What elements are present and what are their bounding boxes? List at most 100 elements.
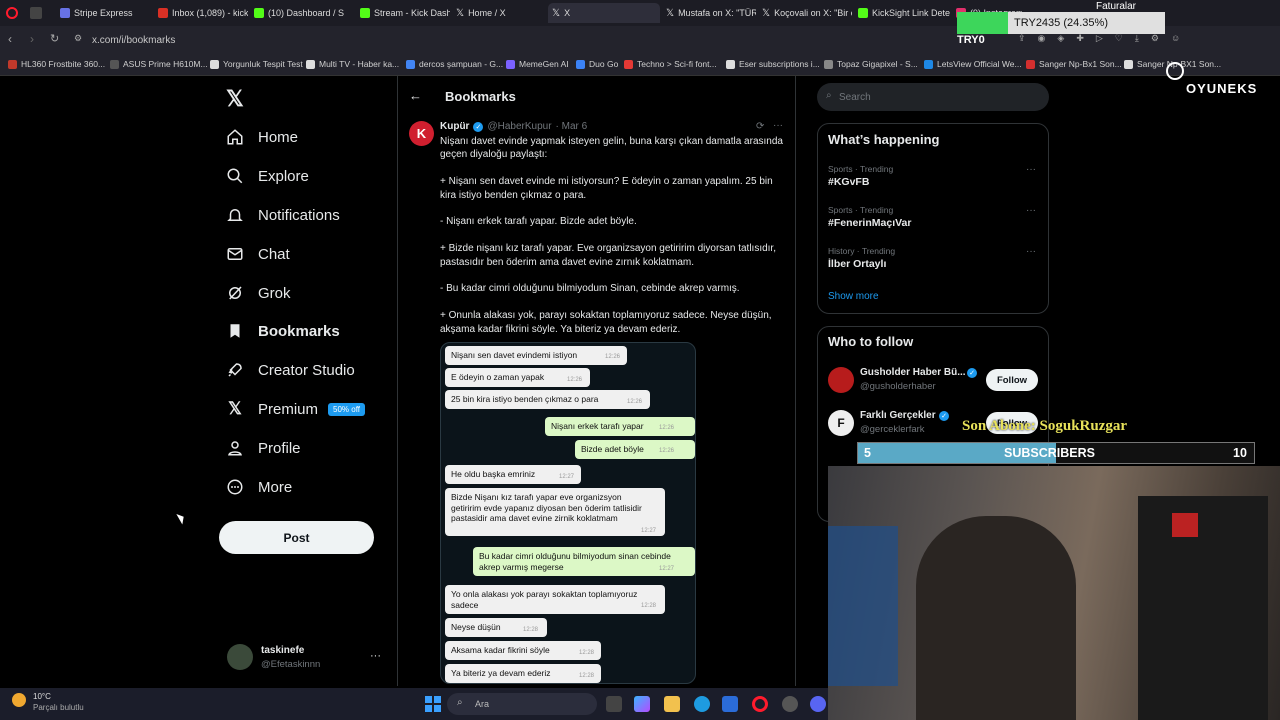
chat-bubble: 25 bin kira istiyo benden çıkmaz o para [445, 390, 650, 409]
bookmark-item[interactable]: ASUS Prime H610M... [110, 59, 208, 69]
follow-name[interactable]: Gusholder Haber Bü... [860, 367, 966, 378]
sidebar-item-grok[interactable]: Grok [226, 280, 291, 306]
tab-stripe[interactable]: Stripe Express [56, 3, 152, 23]
tab-mustafa[interactable]: 𝕏 Mustafa on X: "TÜRK [662, 3, 756, 23]
store-icon[interactable] [722, 696, 738, 712]
task-view-icon[interactable] [606, 696, 622, 712]
camera-icon[interactable]: ◉ [1038, 33, 1046, 47]
bookmarks-bar: HL360 Frostbite 360... ASUS Prime H610M.… [0, 54, 1280, 76]
follow-handle: @gerceklerfark [860, 424, 925, 435]
taskbar-search[interactable]: ⌕ Ara [447, 693, 597, 715]
streamer-image [916, 516, 1076, 720]
sidebar-item-home[interactable]: Home [226, 124, 298, 150]
chat-time: 12:28 [579, 673, 595, 679]
forward-icon[interactable]: › [30, 32, 34, 46]
sidebar-item-bookmarks[interactable]: Bookmarks [226, 318, 340, 344]
settings-icon[interactable]: ⚙ [1151, 33, 1159, 47]
back-arrow-icon[interactable]: ← [409, 88, 422, 103]
account-menu-icon[interactable]: ··· [370, 650, 381, 662]
site-info-icon[interactable]: ⚙ [74, 33, 82, 44]
avatar[interactable] [227, 644, 253, 670]
grok-icon[interactable]: ⟳ [756, 121, 764, 132]
windows-start-icon[interactable] [425, 696, 441, 712]
bookmark-item[interactable]: Topaz Gigapixel - S... [824, 59, 918, 69]
bookmark-item[interactable]: LetsView Official We... [924, 59, 1022, 69]
sidebar-item-premium[interactable]: 𝕏 Premium 50% off [226, 396, 365, 422]
post-button[interactable]: Post [219, 521, 374, 554]
bookmark-item[interactable]: dercos şampuan - G... [406, 59, 503, 69]
account-handle: @Efetaskinnn [261, 659, 321, 670]
section-title: Who to follow [828, 334, 914, 349]
workspace-icon[interactable] [30, 7, 42, 19]
search-input[interactable]: ⌕ Search [817, 83, 1049, 111]
follow-button[interactable]: Follow [986, 369, 1038, 391]
profile-icon[interactable]: ☺ [1171, 33, 1180, 47]
bookmark-item[interactable]: Yorgunluk Tespit Test [210, 59, 303, 69]
play-icon[interactable]: ▷ [1096, 33, 1103, 47]
trend-more-icon[interactable]: ··· [1026, 205, 1036, 216]
show-more-link[interactable]: Show more [828, 291, 879, 302]
tab-kick-stream[interactable]: Stream - Kick Dashb [356, 3, 450, 23]
extension-icon[interactable]: ✚ [1076, 33, 1084, 47]
bookmark-item[interactable]: Sanger Np-Bx1 Son... [1026, 59, 1122, 69]
reload-icon[interactable]: ↻ [50, 32, 59, 45]
share-icon[interactable]: ⇪ [1018, 33, 1026, 47]
opera-logo-icon[interactable] [6, 7, 18, 19]
kick-icon [254, 8, 264, 18]
tweet-image-chat[interactable]: Nişanı sen davet evindemi istiyon 12:26 … [440, 342, 696, 684]
tweet-more-icon[interactable]: ··· [773, 120, 783, 131]
avatar[interactable] [828, 367, 854, 393]
search-icon: ⌕ [826, 90, 832, 101]
more-circle-icon [227, 479, 243, 495]
tab-gmail[interactable]: Inbox (1,089) - kickta [154, 3, 248, 23]
copilot-icon[interactable] [634, 696, 650, 712]
bookmark-favicon-icon [624, 59, 633, 69]
back-icon[interactable]: ‹ [8, 32, 12, 46]
discord-icon[interactable] [810, 696, 826, 712]
bookmark-item[interactable]: HL360 Frostbite 360... [8, 59, 105, 69]
sidebar-item-chat[interactable]: Chat [226, 241, 290, 267]
download-icon[interactable]: ⤓ [1135, 33, 1139, 47]
heart-icon[interactable]: ♡ [1115, 33, 1123, 47]
tweet-author[interactable]: Kupür [440, 121, 469, 132]
tweet-avatar[interactable]: K [409, 121, 434, 146]
trend-name[interactable]: #KGvFB [828, 176, 869, 188]
bookmark-item[interactable]: Eser subscriptions i... [726, 59, 820, 69]
shield-icon[interactable]: ◈ [1057, 33, 1064, 47]
weather-desc: Parçalı bulutlu [33, 703, 84, 712]
sidebar-item-profile[interactable]: Profile [226, 435, 301, 461]
sidebar-item-more[interactable]: More [226, 474, 292, 500]
sidebar-item-notifications[interactable]: Notifications [226, 202, 340, 228]
bookmark-item[interactable]: Multi TV - Haber ka... [306, 59, 399, 69]
x-logo-icon: 𝕏 [666, 7, 675, 19]
url-field[interactable]: x.com/i/bookmarks [92, 31, 922, 49]
bookmark-item[interactable]: Techno > Sci-fi font... [624, 59, 717, 69]
tab-x-active[interactable]: 𝕏X [548, 3, 660, 23]
tweet-date[interactable]: · Mar 6 [556, 121, 588, 132]
follow-name[interactable]: Farklı Gerçekler [860, 410, 936, 421]
weather-temp[interactable]: 10°C [33, 692, 51, 701]
chat-time: 12:26 [567, 377, 583, 383]
chat-bubble: Nişanı sen davet evindemi istiyon [445, 346, 627, 365]
opera-icon[interactable] [752, 696, 768, 712]
tab-kicksight[interactable]: KickSight Link Detect [854, 3, 950, 23]
bookmark-item[interactable]: Duo Go [576, 59, 618, 69]
tweet-handle[interactable]: @HaberKupur [487, 121, 551, 132]
sidebar-item-explore[interactable]: Explore [226, 163, 309, 189]
trend-more-icon[interactable]: ··· [1026, 246, 1036, 257]
edge-icon[interactable] [694, 696, 710, 712]
tab-kocovali[interactable]: 𝕏 Koçovali on X: "Bir er [758, 3, 852, 23]
sub-goal: 10 [1233, 446, 1247, 460]
trend-name[interactable]: İlber Ortaylı [828, 258, 886, 270]
avatar[interactable]: F [828, 410, 854, 436]
x-logo-icon[interactable]: 𝕏 [226, 86, 244, 112]
file-explorer-icon[interactable] [664, 696, 680, 712]
weather-icon[interactable] [12, 693, 26, 707]
tab-x-home[interactable]: 𝕏 Home / X [452, 3, 546, 23]
tab-dashboard[interactable]: (10) Dashboard / Stre [250, 3, 344, 23]
sidebar-item-creator-studio[interactable]: Creator Studio [226, 357, 355, 383]
trend-more-icon[interactable]: ··· [1026, 164, 1036, 175]
app-icon[interactable] [782, 696, 798, 712]
trend-name[interactable]: #FenerinMaçıVar [828, 217, 911, 229]
bookmark-item[interactable]: MemeGen AI [506, 59, 569, 69]
